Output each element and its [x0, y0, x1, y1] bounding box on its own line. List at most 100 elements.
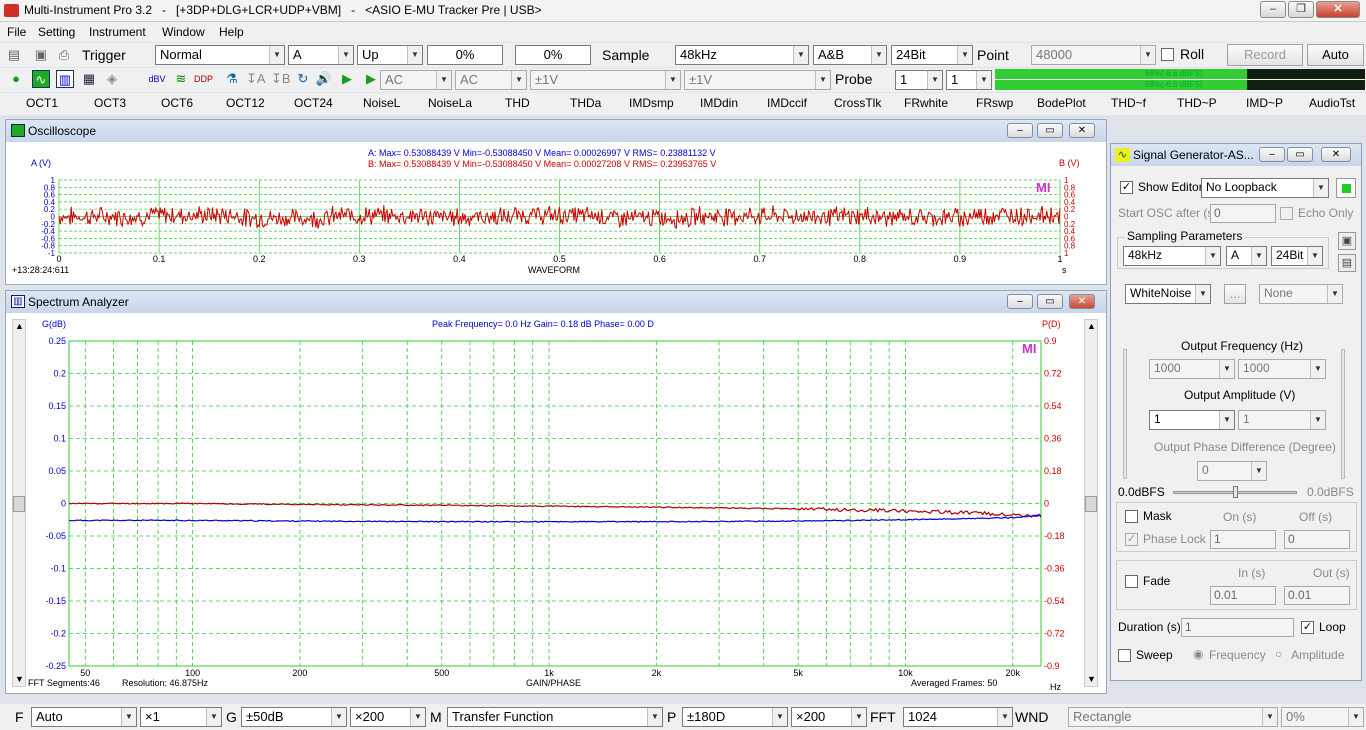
fn-oct1[interactable]: OCT1 — [26, 96, 58, 110]
trigger-edge-select[interactable]: Up ▼ — [357, 45, 423, 65]
fn-noisel[interactable]: NoiseL — [363, 96, 400, 110]
oscilloscope-plot-area[interactable]: A: Max= 0.53088439 V Min=-0.53088450 V M… — [10, 146, 1102, 282]
gen-table-icon[interactable]: ▤ — [1338, 254, 1356, 272]
fn-thd-f[interactable]: THD~f — [1111, 96, 1146, 110]
oscilloscope-restore-button[interactable]: ▭ — [1037, 123, 1063, 138]
record-button[interactable]: Record — [1227, 44, 1303, 66]
fade-in-field[interactable]: 0.01 — [1210, 586, 1276, 605]
coupling-b-select[interactable]: AC ▼ — [455, 70, 527, 90]
fn-imdccif[interactable]: IMDccif — [767, 96, 807, 110]
lb-icon[interactable]: ↧B — [271, 70, 291, 88]
gen-bits-select[interactable]: 24Bit ▼ — [1271, 246, 1323, 266]
g-zoom-select[interactable]: ×200 ▼ — [350, 707, 426, 727]
range-b-select[interactable]: ±1V ▼ — [684, 70, 831, 90]
waveform-select[interactable]: WhiteNoise ▼ — [1125, 284, 1211, 304]
phase-lock-checkbox[interactable]: ✓ — [1125, 533, 1138, 546]
fn-crosstlk[interactable]: CrossTlk — [834, 96, 881, 110]
point-select[interactable]: 48000 ▼ — [1031, 45, 1156, 65]
channels-select[interactable]: A&B ▼ — [813, 45, 887, 65]
probe-a-select[interactable]: 1 ▼ — [895, 70, 943, 90]
spectrum-plot-area[interactable]: G(dB) P(D) Peak Frequency= 0.0 Hz Gain= … — [26, 317, 1084, 692]
generator-minimize-button[interactable]: – — [1259, 147, 1285, 162]
la-icon[interactable]: ↧A — [246, 70, 266, 88]
amp-b-select[interactable]: 1 ▼ — [1238, 410, 1326, 430]
sweep-checkbox[interactable] — [1118, 649, 1131, 662]
f-scale-select[interactable]: Auto ▼ — [31, 707, 137, 727]
mask-off-field[interactable]: 0 — [1284, 530, 1350, 549]
generator-icon[interactable]: ⚗ — [223, 70, 241, 88]
menu-instrument[interactable]: Instrument — [89, 25, 146, 39]
fade-checkbox[interactable] — [1125, 575, 1138, 588]
fn-oct3[interactable]: OCT3 — [94, 96, 126, 110]
trigger-level-spinner[interactable]: 0% — [427, 45, 503, 65]
gen-sample-rate-select[interactable]: 48kHz ▼ — [1123, 246, 1221, 266]
scroll-up-icon[interactable]: ▲ — [1087, 321, 1096, 331]
play-step-icon[interactable]: ▶ — [362, 70, 380, 88]
menu-window[interactable]: Window — [162, 25, 205, 39]
p-range-select[interactable]: ±180D ▼ — [682, 707, 788, 727]
fn-thd-p[interactable]: THD~P — [1177, 96, 1217, 110]
fft-size-select[interactable]: 1024 ▼ — [903, 707, 1013, 727]
start-icon[interactable]: ● — [7, 70, 25, 88]
fn-oct24[interactable]: OCT24 — [294, 96, 333, 110]
spectrum-3d-icon[interactable]: ◈ — [103, 70, 121, 88]
g-range-select[interactable]: ±50dB ▼ — [241, 707, 347, 727]
auto-button[interactable]: Auto — [1307, 44, 1364, 66]
scroll-thumb[interactable] — [1085, 496, 1097, 512]
fn-imd-p[interactable]: IMD~P — [1246, 96, 1283, 110]
range-a-select[interactable]: ±1V ▼ — [530, 70, 681, 90]
sync-icon[interactable]: ↻ — [294, 70, 312, 88]
save-icon[interactable]: ▣ — [32, 46, 50, 64]
amp-a-select[interactable]: 1 ▼ — [1149, 410, 1235, 430]
fn-oct12[interactable]: OCT12 — [226, 96, 265, 110]
none-select[interactable]: None ▼ — [1259, 284, 1343, 304]
scroll-thumb[interactable] — [13, 496, 25, 512]
balance-slider-thumb[interactable] — [1233, 486, 1238, 498]
fn-frwhite[interactable]: FRwhite — [904, 96, 948, 110]
duration-field[interactable]: 1 — [1181, 618, 1294, 637]
f-zoom-select[interactable]: ×1 ▼ — [140, 707, 222, 727]
mode-select[interactable]: Transfer Function ▼ — [447, 707, 663, 727]
play-icon[interactable]: ▶ — [338, 70, 356, 88]
fn-frswp[interactable]: FRswp — [976, 96, 1013, 110]
trigger-channel-select[interactable]: A ▼ — [288, 45, 354, 65]
scroll-down-icon[interactable]: ▼ — [15, 674, 24, 684]
pretrigger-spinner[interactable]: 0% — [515, 45, 591, 65]
fn-thda[interactable]: THDa — [570, 96, 601, 110]
oscilloscope-close-button[interactable]: ✕ — [1069, 123, 1095, 138]
spectrum-close-button[interactable]: ✕ — [1069, 294, 1095, 309]
trigger-mode-select[interactable]: Normal ▼ — [155, 45, 285, 65]
probe-b-select[interactable]: 1 ▼ — [946, 70, 992, 90]
show-editor-checkbox[interactable]: ✓ — [1120, 181, 1133, 194]
overlap-select[interactable]: 0% ▼ — [1281, 707, 1364, 727]
window-func-select[interactable]: Rectangle ▼ — [1068, 707, 1278, 727]
coupling-a-select[interactable]: AC ▼ — [380, 70, 452, 90]
open-icon[interactable]: ▤ — [5, 46, 23, 64]
bits-select[interactable]: 24Bit ▼ — [891, 45, 973, 65]
generator-close-button[interactable]: ✕ — [1321, 147, 1351, 162]
spectrum-minimize-button[interactable]: – — [1007, 294, 1033, 309]
gen-channel-select[interactable]: A ▼ — [1226, 246, 1267, 266]
p-zoom-select[interactable]: ×200 ▼ — [791, 707, 867, 727]
fn-audiotst[interactable]: AudioTst — [1309, 96, 1355, 110]
spectrum-right-scrollbar[interactable]: ▲ ▼ — [1084, 319, 1098, 687]
ddp-icon[interactable]: DDP — [194, 70, 213, 88]
dbuv-icon[interactable]: dBV — [148, 70, 166, 88]
close-button[interactable]: ✕ — [1316, 1, 1360, 18]
fn-bodeplot[interactable]: BodePlot — [1037, 96, 1086, 110]
fn-oct6[interactable]: OCT6 — [161, 96, 193, 110]
generator-start-button[interactable] — [1336, 178, 1356, 198]
menu-setting[interactable]: Setting — [38, 25, 75, 39]
echo-only-checkbox[interactable] — [1280, 207, 1293, 220]
fn-imddin[interactable]: IMDdin — [700, 96, 738, 110]
spectrum-icon[interactable]: ▥ — [56, 70, 74, 88]
speaker-icon[interactable]: 🔊 — [315, 70, 333, 88]
mask-checkbox[interactable] — [1125, 510, 1138, 523]
generator-restore-button[interactable]: ▭ — [1287, 147, 1313, 162]
phase-plot-icon[interactable]: ▦ — [80, 70, 98, 88]
fn-noisela[interactable]: NoiseLa — [428, 96, 472, 110]
sample-rate-select[interactable]: 48kHz ▼ — [675, 45, 809, 65]
menu-help[interactable]: Help — [219, 25, 244, 39]
freq-b-select[interactable]: 1000 ▼ — [1238, 359, 1326, 379]
spectrum-restore-button[interactable]: ▭ — [1037, 294, 1063, 309]
